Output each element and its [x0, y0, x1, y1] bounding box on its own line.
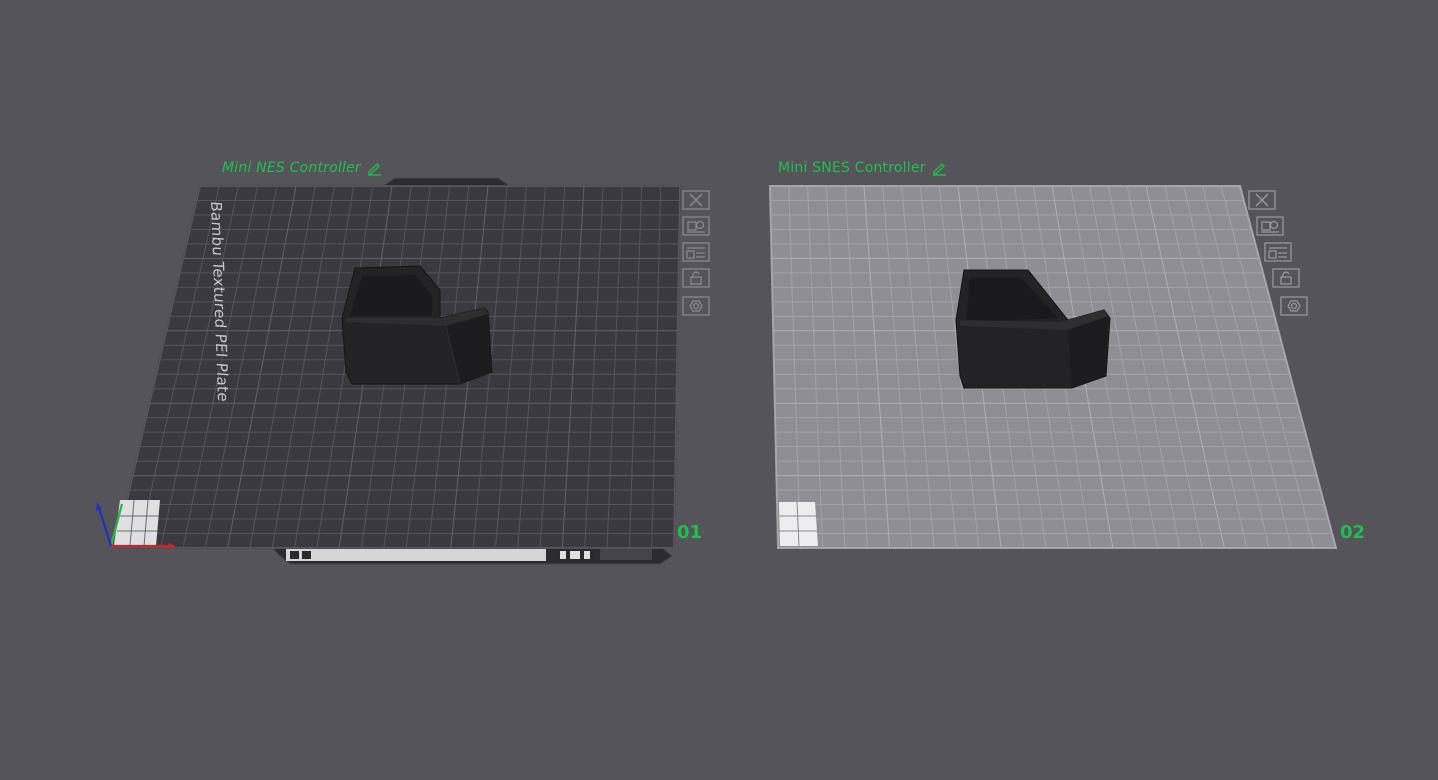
orient-icon [682, 242, 710, 262]
orient-icon [1264, 242, 1292, 262]
close-icon [1248, 190, 1276, 210]
plate-1-orient-button[interactable] [682, 242, 710, 262]
arrange-icon [682, 216, 710, 236]
plate-2-lock-button[interactable] [1272, 268, 1300, 288]
plate-2-arrange-button[interactable] [1256, 216, 1284, 236]
plate-1-lock-button[interactable] [682, 268, 710, 288]
plate-1-arrange-button[interactable] [682, 216, 710, 236]
settings-icon [682, 296, 710, 316]
plate-2-settings-button[interactable] [1280, 296, 1308, 316]
plate-2-number: 02 [1340, 522, 1366, 543]
plate-1-settings-button[interactable] [682, 296, 710, 316]
plate-2-delete-button[interactable] [1248, 190, 1276, 210]
plate-1-delete-button[interactable] [682, 190, 710, 210]
plate-1-number: 01 [677, 522, 703, 543]
arrange-icon [1256, 216, 1284, 236]
close-icon [682, 190, 710, 210]
plate-2-orient-button[interactable] [1264, 242, 1292, 262]
lock-icon [682, 268, 710, 288]
origin-marker-2 [779, 501, 818, 547]
settings-icon [1280, 296, 1308, 316]
lock-icon [1272, 268, 1300, 288]
